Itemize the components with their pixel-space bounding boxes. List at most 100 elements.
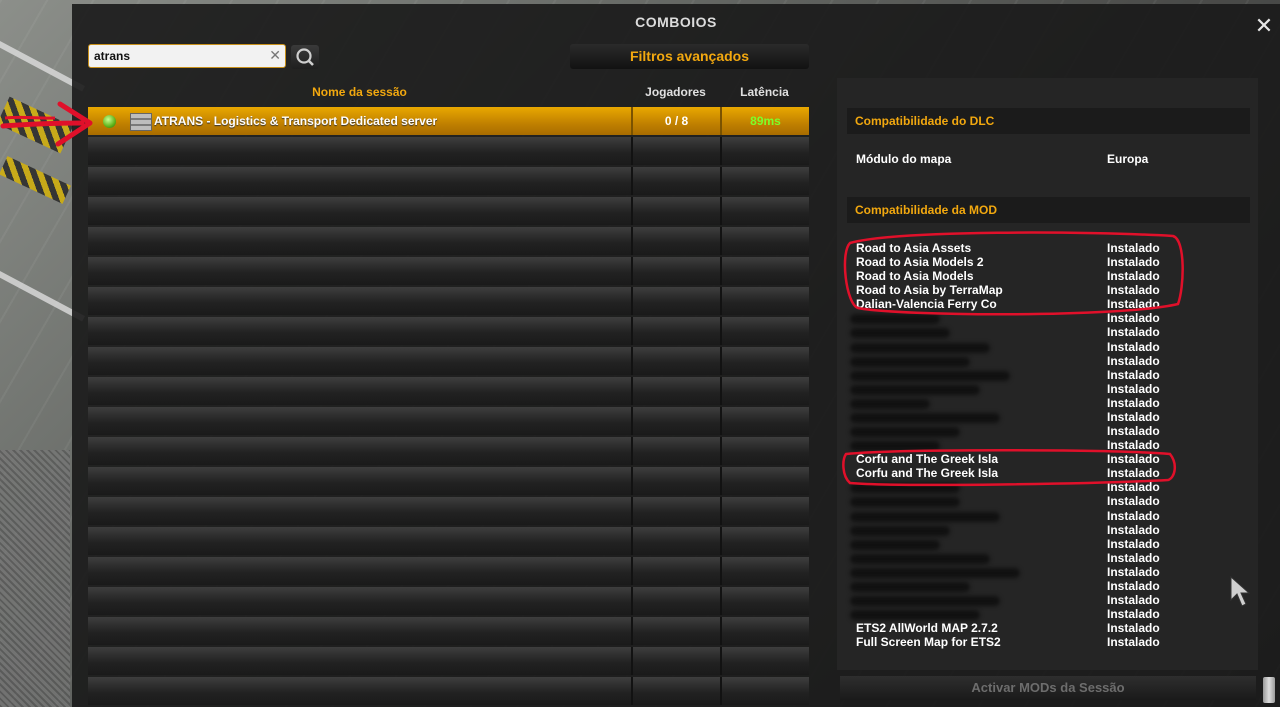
mod-status: Instalado: [1107, 452, 1160, 467]
players-cell: [631, 287, 720, 315]
latency-cell: [720, 377, 809, 405]
mod-status: Instalado: [1107, 367, 1160, 382]
dlc-compatibility-header: Compatibilidade do DLC: [847, 108, 1250, 134]
latency-cell: 89ms: [720, 107, 809, 135]
mod-status: Instalado: [1107, 564, 1160, 579]
table-row[interactable]: [88, 137, 809, 165]
table-row[interactable]: [88, 377, 809, 405]
table-row[interactable]: [88, 467, 809, 495]
column-latency[interactable]: Latência: [720, 85, 809, 99]
advanced-filters-button[interactable]: Filtros avançados: [570, 44, 809, 69]
search-box: ✕: [88, 44, 286, 68]
redacted-mod-name: [850, 525, 950, 536]
table-row[interactable]: [88, 647, 809, 675]
search-button[interactable]: [291, 45, 319, 69]
table-row[interactable]: [88, 257, 809, 285]
table-row[interactable]: [88, 587, 809, 615]
table-row[interactable]: [88, 617, 809, 645]
mod-status: Instalado: [1107, 621, 1160, 636]
mod-name: Road to Asia Assets: [856, 241, 972, 255]
activate-mods-button[interactable]: Activar MODs da Sessão: [840, 676, 1256, 700]
table-row[interactable]: [88, 497, 809, 525]
mouse-cursor-icon: [1230, 576, 1251, 607]
mod-status: Instalado: [1107, 424, 1160, 439]
mod-status: Instalado: [1107, 494, 1160, 509]
mod-status: Instalado: [1107, 607, 1160, 622]
table-row[interactable]: [88, 167, 809, 195]
column-session[interactable]: Nome da sessão: [88, 85, 631, 99]
table-row[interactable]: [88, 227, 809, 255]
clear-icon[interactable]: ✕: [269, 47, 281, 64]
close-icon[interactable]: ✕: [1254, 15, 1274, 37]
redacted-mod-name: [850, 553, 990, 564]
redacted-mod-name: [850, 427, 960, 438]
server-icon: [130, 113, 152, 131]
latency-cell: [720, 257, 809, 285]
map-module-label: Módulo do mapa: [856, 152, 952, 166]
redacted-mod-name: [850, 539, 940, 550]
redacted-mod-name: [850, 342, 990, 353]
players-cell: [631, 197, 720, 225]
redacted-mod-name: [850, 567, 1020, 578]
mod-status: Instalado: [1107, 578, 1160, 593]
mod-status: Instalado: [1107, 269, 1160, 284]
map-module-value: Europa: [1107, 152, 1149, 166]
mod-status: Instalado: [1107, 381, 1160, 396]
table-row[interactable]: [88, 287, 809, 315]
mod-name: Road to Asia by TerraMap: [856, 283, 1003, 298]
players-cell: [631, 167, 720, 195]
table-row[interactable]: ATRANS - Logistics & Transport Dedicated…: [88, 107, 809, 135]
search-icon: [296, 48, 314, 66]
redacted-mod-name: [850, 370, 1010, 381]
players-cell: [631, 497, 720, 525]
mod-status: Instalado: [1107, 325, 1160, 340]
latency-value: 89ms: [750, 114, 781, 128]
mod-status: Instalado: [1107, 508, 1160, 523]
players-cell: [631, 227, 720, 255]
search-input[interactable]: [94, 48, 264, 64]
mod-status: Instalado: [1107, 255, 1160, 270]
table-row[interactable]: [88, 317, 809, 345]
mod-status: Instalado: [1107, 241, 1160, 255]
latency-cell: [720, 647, 809, 675]
mod-compatibility-header: Compatibilidade da MOD: [847, 197, 1250, 223]
latency-cell: [720, 497, 809, 525]
mod-name: Full Screen Map for ETS2: [856, 635, 1001, 650]
mod-status: Instalado: [1107, 550, 1160, 565]
table-row[interactable]: [88, 677, 809, 705]
mod-name: Road to Asia Models: [856, 269, 974, 284]
latency-cell: [720, 167, 809, 195]
session-name: ATRANS - Logistics & Transport Dedicated…: [154, 114, 438, 128]
mod-status: Instalado: [1107, 466, 1160, 481]
column-players[interactable]: Jogadores: [631, 85, 720, 99]
latency-cell: [720, 287, 809, 315]
scrollbar-handle[interactable]: [1263, 677, 1275, 703]
mod-status: Instalado: [1107, 438, 1160, 453]
latency-cell: [720, 347, 809, 375]
players-cell: [631, 317, 720, 345]
redacted-mod-name: [850, 328, 950, 339]
mod-status: Instalado: [1107, 353, 1160, 368]
players-cell: [631, 407, 720, 435]
table-row[interactable]: [88, 197, 809, 225]
table-row[interactable]: [88, 557, 809, 585]
table-row[interactable]: [88, 407, 809, 435]
hazard-stripe: [0, 156, 71, 204]
table-row[interactable]: [88, 527, 809, 555]
mod-status: Instalado: [1107, 339, 1160, 354]
players-cell: [631, 377, 720, 405]
table-row[interactable]: [88, 347, 809, 375]
players-cell: [631, 437, 720, 465]
mod-status: Instalado: [1107, 297, 1160, 312]
redacted-mod-name: [850, 610, 980, 621]
latency-cell: [720, 317, 809, 345]
drain-grate: [0, 450, 70, 707]
table-row[interactable]: [88, 437, 809, 465]
mod-name: ETS2 AllWorld MAP 2.7.2: [856, 621, 998, 636]
latency-cell: [720, 677, 809, 705]
players-count: 0 / 8: [664, 114, 689, 128]
players-cell: [631, 587, 720, 615]
redacted-mod-name: [850, 398, 930, 409]
players-cell: [631, 647, 720, 675]
mod-status: Instalado: [1107, 522, 1160, 537]
